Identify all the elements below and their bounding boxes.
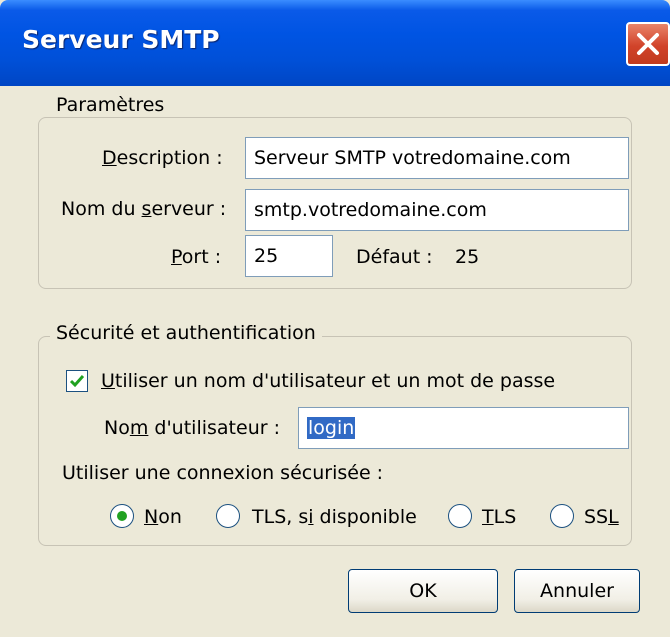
radio-tls[interactable] xyxy=(448,504,472,528)
radio-tls-label[interactable]: TLS xyxy=(482,506,516,528)
close-icon xyxy=(637,33,659,55)
port-input[interactable]: 25 xyxy=(245,235,333,277)
radio-non-label[interactable]: Non xyxy=(144,506,182,528)
radio-ssl-label[interactable]: SSL xyxy=(584,506,619,528)
default-value: 25 xyxy=(455,246,480,268)
title-bar[interactable]: Serveur SMTP xyxy=(0,0,670,86)
checkmark-icon xyxy=(69,375,85,388)
radio-ssl[interactable] xyxy=(550,504,574,528)
description-label: Description : xyxy=(102,147,223,169)
use-auth-label[interactable]: Utiliser un nom d'utilisateur et un mot … xyxy=(101,370,555,392)
username-input[interactable]: login xyxy=(298,407,629,449)
use-auth-checkbox[interactable] xyxy=(66,370,88,392)
security-legend: Sécurité et authentification xyxy=(50,322,322,344)
radio-non[interactable] xyxy=(110,504,134,528)
port-label: Port : xyxy=(171,246,222,268)
radio-tls-if-available[interactable] xyxy=(216,504,240,528)
close-button[interactable] xyxy=(626,22,670,66)
username-value: login xyxy=(307,417,356,439)
radio-selected-dot xyxy=(117,511,127,521)
description-input[interactable]: Serveur SMTP votredomaine.com xyxy=(245,137,629,179)
params-legend: Paramètres xyxy=(50,94,171,116)
default-label: Défaut : xyxy=(356,246,433,268)
ok-button[interactable]: OK xyxy=(348,569,498,613)
server-name-input[interactable]: smtp.votredomaine.com xyxy=(245,189,629,231)
cancel-button[interactable]: Annuler xyxy=(514,569,640,613)
server-name-label: Nom du serveur : xyxy=(61,198,227,220)
secure-connection-label: Utiliser une connexion sécurisée : xyxy=(62,462,384,484)
radio-tls-if-available-label[interactable]: TLS, si disponible xyxy=(252,506,417,528)
window-title: Serveur SMTP xyxy=(22,25,220,54)
username-label: Nom d'utilisateur : xyxy=(104,417,280,439)
